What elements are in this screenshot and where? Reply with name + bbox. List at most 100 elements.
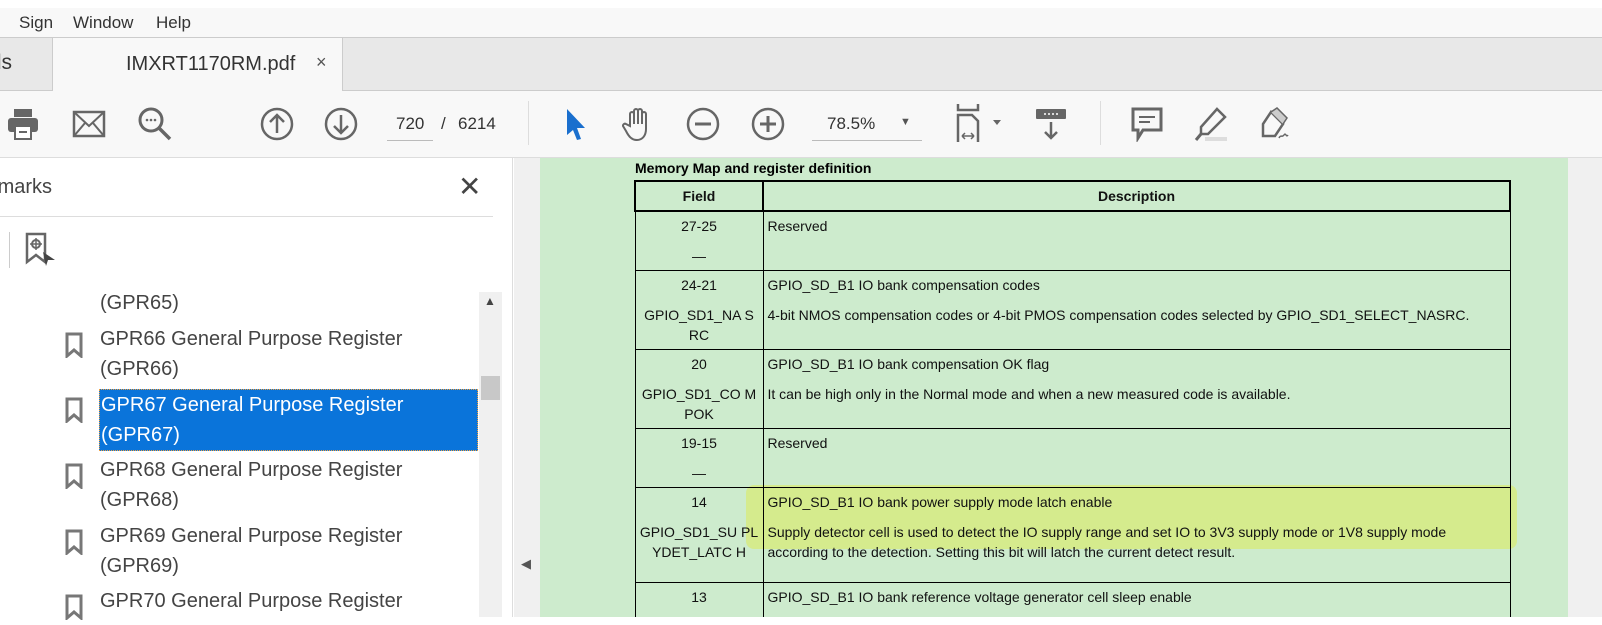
description-text: GPIO_SD_B1 IO bank power supply mode lat… [767,494,1113,510]
scroll-up-icon[interactable]: ▲ [484,294,496,308]
field-bits: 14 [691,494,707,510]
field-name: — [692,465,706,481]
field-cell: 19-15 — [634,428,764,488]
table-row: 20 GPIO_SD1_CO MPOK GPIO_SD_B1 IO bank com… [634,349,1511,429]
field-name: GPIO_SD1_SU PLYDET_LATC H [639,524,759,560]
bookmark-icon [65,332,83,363]
bookmark-label: GPR70 General Purpose Register [100,590,403,612]
page-current: 720 [396,114,425,133]
field-bits: 19-15 [681,435,717,451]
bookmarks-scrollbar[interactable]: ▲ [479,292,502,617]
menu-sign[interactable]: Sign [19,13,53,33]
close-tab-icon[interactable]: × [316,52,327,73]
tab-document[interactable]: IMXRT1170RM.pdf × [52,38,343,91]
description-text: 4-bit NMOS compensation codes or 4-bit P… [767,307,1470,323]
document-scrollbar[interactable] [1568,158,1602,617]
column-header-description: Description [762,180,1511,212]
sign-icon[interactable] [1256,105,1294,143]
description-cell: GPIO_SD_B1 IO bank reference voltage gen… [762,582,1511,617]
menu-bar: Sign Window Help [0,8,1602,38]
description-text: Reserved [767,435,828,451]
pdf-page: Memory Map and register definition Field… [540,158,1568,617]
description-text: GPIO_SD_B1 IO bank compensation OK flag [767,356,1050,372]
column-header-field: Field [634,180,764,212]
zoom-select[interactable]: 78.5% ▼ [812,105,922,141]
table-row: 13GPIO_SD1_REGPIO_SD_B1 IO bank referenc… [634,582,1511,617]
description-cell: GPIO_SD_B1 IO bank compensation codes 4-b… [762,270,1511,350]
tab-bar: Tools IMXRT1170RM.pdf × [0,38,1602,91]
email-icon[interactable] [70,105,108,143]
page-total: 6214 [458,114,496,133]
page-number-input[interactable]: 720 [387,105,433,141]
divider [1100,101,1101,145]
field-bits: 13 [691,589,707,605]
description-text: GPIO_SD_B1 IO bank reference voltage gen… [767,589,1192,605]
bookmarks-panel: Bookmarks ✕ (GPR65) GPR66 General Purpos… [0,158,513,622]
close-panel-icon[interactable]: ✕ [458,170,481,203]
description-cell: Reserved [762,210,1511,271]
divider [0,216,493,217]
bookmark-options-icon[interactable] [25,232,57,273]
section-title: Memory Map and register definition [635,160,872,176]
field-cell: 13GPIO_SD1_RE [634,582,764,617]
page-separator: / [441,114,446,133]
zoom-out-icon[interactable] [684,105,722,143]
next-page-icon[interactable] [322,105,360,143]
bookmark-label: GPR66 General Purpose Register (GPR66) [100,328,403,380]
hand-tool-icon[interactable] [620,105,658,143]
table-row: 14 GPIO_SD1_SU PLYDET_LATC H GPIO_SD_B1 IO… [634,487,1511,583]
description-text: GPIO_SD_B1 IO bank compensation codes [767,277,1040,293]
highlight-icon[interactable] [1192,105,1230,143]
field-cell: 24-21 GPIO_SD1_NA SRC [634,270,764,350]
field-bits: 20 [691,356,707,372]
table-row: 19-15 — Reserved [634,428,1511,488]
table-row: 24-21 GPIO_SD1_NA SRC GPIO_SD_B1 IO bank c… [634,270,1511,350]
tab-document-label: IMXRT1170RM.pdf [126,53,296,75]
field-name: GPIO_SD1_CO MPOK [641,386,757,422]
bookmarks-title: Bookmarks [0,176,53,198]
field-cell: 14 GPIO_SD1_SU PLYDET_LATC H [634,487,764,583]
fit-page-icon[interactable] [950,104,1010,143]
scrolling-mode-icon[interactable] [1032,105,1070,143]
bookmark-label: (GPR65) [100,292,179,314]
print-icon[interactable] [4,105,42,143]
bookmark-icon [65,463,83,494]
select-tool-icon[interactable] [557,105,595,143]
table-row: 27-25 — Reserved [634,210,1511,271]
previous-page-icon[interactable] [258,105,296,143]
bookmark-label: GPR68 General Purpose Register (GPR68) [100,459,403,511]
tab-tools-label: Tools [0,51,13,74]
bookmark-label: GPR67 General Purpose Register (GPR67) [99,389,478,451]
zoom-in-icon[interactable] [749,105,787,143]
panel-collapse-gutter[interactable]: ◀ [514,158,540,617]
zoom-value: 78.5% [827,114,876,133]
comment-icon[interactable] [1128,105,1166,143]
register-field-table: Field Description 27-25 — Reserved 24-21 GPI… [634,180,1511,617]
bookmark-icon [65,594,83,625]
divider [9,232,10,268]
chevron-down-icon: ▼ [900,116,911,128]
tab-tools[interactable]: Tools [0,38,52,90]
divider [528,101,529,145]
field-bits: 27-25 [681,218,717,234]
menu-help[interactable]: Help [156,13,191,33]
bookmark-icon [65,529,83,560]
field-bits: 24-21 [681,277,717,293]
scrollbar-thumb[interactable] [481,376,500,400]
description-cell: Reserved [762,428,1511,488]
bookmark-icon [65,397,83,428]
toolbar: 720 / 6214 78.5% ▼ [0,91,1602,158]
field-name: — [692,248,706,264]
field-cell: 20 GPIO_SD1_CO MPOK [634,349,764,429]
collapse-left-icon[interactable]: ◀ [521,556,531,572]
description-cell: GPIO_SD_B1 IO bank power supply mode lat… [762,487,1511,583]
field-cell: 27-25 — [634,210,764,271]
description-text: Reserved [767,218,828,234]
bookmark-label: GPR69 General Purpose Register (GPR69) [100,525,403,577]
description-cell: GPIO_SD_B1 IO bank compensation OK flag I… [762,349,1511,429]
menu-window[interactable]: Window [73,13,133,33]
search-icon[interactable] [136,105,174,143]
description-text: It can be high only in the Normal mode a… [767,386,1291,402]
description-text: Supply detector cell is used to detect t… [767,524,1447,560]
field-name: GPIO_SD1_NA SRC [644,307,754,343]
